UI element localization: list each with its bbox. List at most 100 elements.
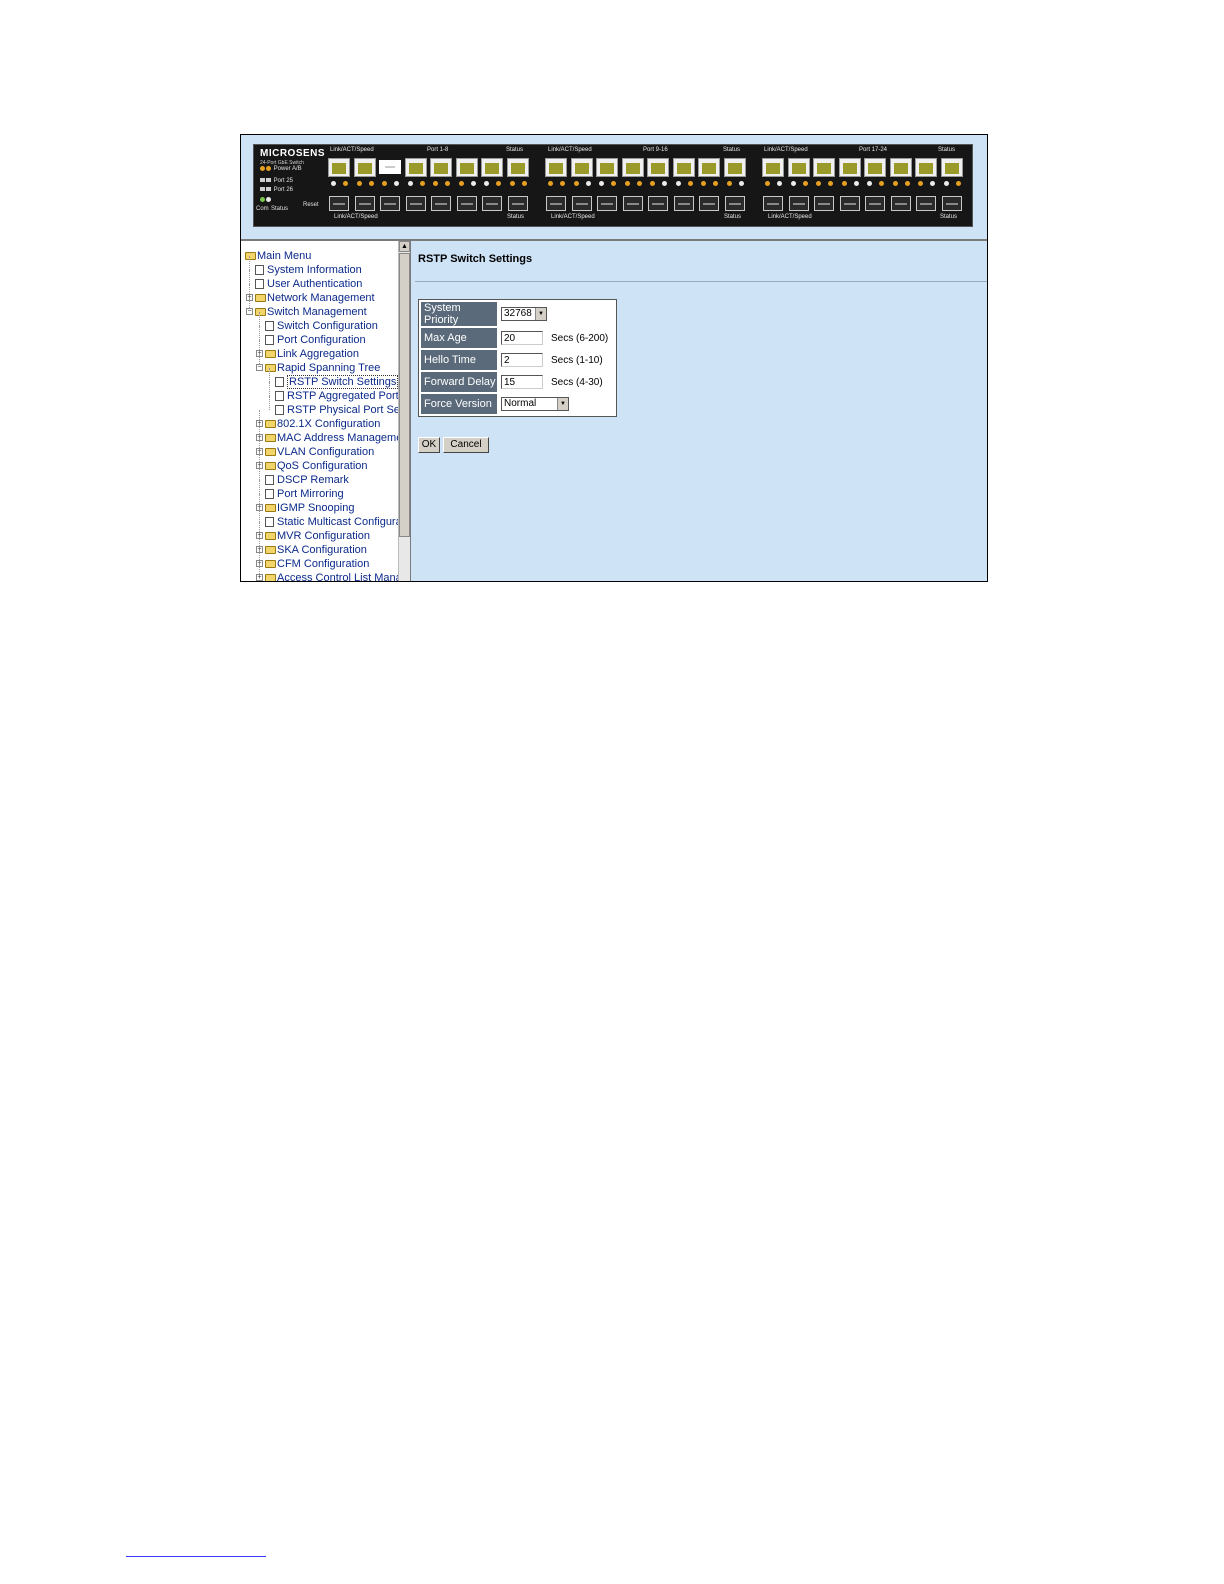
expand-icon[interactable]: + bbox=[256, 574, 263, 581]
sfp-port-icon[interactable] bbox=[380, 196, 400, 211]
sfp-port-icon[interactable] bbox=[699, 196, 719, 211]
system-priority-select[interactable]: 32768 ▼ bbox=[501, 307, 547, 321]
sfp-port-icon[interactable] bbox=[814, 196, 834, 211]
collapse-icon[interactable]: − bbox=[256, 364, 263, 371]
rj45-port-icon[interactable] bbox=[353, 158, 376, 177]
sfp-port-icon[interactable] bbox=[507, 196, 528, 211]
ok-button[interactable]: OK bbox=[418, 437, 440, 453]
sidebar-item-mvr-configuration[interactable]: + MVR Configuration bbox=[241, 522, 399, 543]
sidebar-item-dscp-remark[interactable]: DSCP Remark bbox=[241, 466, 399, 487]
sfp-port-icon[interactable] bbox=[673, 196, 694, 211]
sidebar-item-rstp-aggregated-port-s[interactable]: RSTP Aggregated Port S bbox=[241, 382, 409, 403]
scroll-up-arrow-icon[interactable]: ▲ bbox=[399, 241, 410, 252]
tree-connector bbox=[259, 480, 260, 494]
sfp-port-icon[interactable] bbox=[865, 196, 885, 211]
sidebar-item-rstp-physical-port-setti[interactable]: RSTP Physical Port Setti bbox=[241, 396, 408, 417]
sfp-port-icon[interactable] bbox=[329, 196, 349, 211]
scrollbar-thumb[interactable] bbox=[399, 253, 410, 537]
sidebar-item-ska-configuration[interactable]: + SKA Configuration bbox=[241, 536, 399, 557]
sfp-port-icon[interactable] bbox=[597, 196, 617, 211]
sidebar-item-mac-address-managemen[interactable]: + MAC Address Managemen bbox=[241, 424, 408, 445]
port-led-icon bbox=[573, 181, 579, 186]
sidebar-item-main-menu[interactable]: Main Menu bbox=[241, 249, 399, 263]
sidebar-item-rstp-switch-settings[interactable]: RSTP Switch Settings bbox=[241, 368, 399, 389]
hello-time-unit: Secs (1-10) bbox=[551, 354, 603, 366]
port-led-icon bbox=[382, 181, 387, 186]
rj45-port-icon[interactable] bbox=[762, 158, 784, 177]
sidebar-item-qos-configuration[interactable]: + QoS Configuration bbox=[241, 452, 399, 473]
rj45-port-icon[interactable] bbox=[647, 158, 669, 177]
chevron-down-icon[interactable]: ▼ bbox=[557, 398, 568, 410]
sfp-port-icon[interactable] bbox=[890, 196, 911, 211]
system-priority-label: System Priority bbox=[421, 302, 497, 326]
sfp-port-icon[interactable] bbox=[839, 196, 860, 211]
rj45-port-icon[interactable] bbox=[889, 158, 912, 177]
rj45-port-icon[interactable] bbox=[698, 158, 720, 177]
sfp-port-icon[interactable] bbox=[571, 196, 592, 211]
sfp-port-icon[interactable] bbox=[354, 196, 375, 211]
sidebar-item-switch-management[interactable]: − Switch Management bbox=[241, 298, 399, 319]
sfp-port-icon[interactable] bbox=[763, 196, 783, 211]
sidebar-item-user-authentication[interactable]: User Authentication bbox=[241, 270, 399, 291]
collapse-icon[interactable]: − bbox=[246, 308, 253, 315]
sidebar-item-vlan-configuration[interactable]: + VLAN Configuration bbox=[241, 438, 399, 459]
rj45-port-icon[interactable] bbox=[813, 158, 835, 177]
max-age-input[interactable]: 20 bbox=[501, 331, 543, 345]
sfp-port-icon[interactable] bbox=[724, 196, 745, 211]
sfp-port-icon[interactable] bbox=[622, 196, 643, 211]
rj45-port-icon[interactable] bbox=[506, 158, 529, 177]
tree-connector bbox=[269, 368, 270, 382]
sidebar-item-cfm-configuration[interactable]: + CFM Configuration bbox=[241, 550, 399, 571]
rj45-port-icon[interactable] bbox=[723, 158, 746, 177]
port-led-icon bbox=[636, 181, 642, 186]
rj45-port-icon[interactable] bbox=[838, 158, 861, 177]
rj45-port-icon[interactable] bbox=[915, 158, 937, 177]
sidebar-item-system-information[interactable]: System Information bbox=[241, 256, 399, 277]
forward-delay-input[interactable]: 15 bbox=[501, 375, 543, 389]
sidebar-scrollbar[interactable]: ▲ bbox=[398, 241, 410, 581]
rj45-port-icon[interactable] bbox=[545, 158, 567, 177]
sidebar-item-port-configuration[interactable]: Port Configuration bbox=[241, 326, 399, 347]
sidebar-item-port-mirroring[interactable]: Port Mirroring bbox=[241, 480, 399, 501]
rj45-port-icon[interactable] bbox=[481, 158, 503, 177]
rj45-port-icon[interactable] bbox=[940, 158, 963, 177]
sfp-port-icon[interactable] bbox=[546, 196, 566, 211]
sfp-port-icon[interactable] bbox=[431, 196, 451, 211]
reset-button[interactable]: Reset bbox=[303, 202, 319, 208]
sidebar-item-switch-configuration[interactable]: Switch Configuration bbox=[241, 312, 399, 333]
rj45-port-icon[interactable] bbox=[596, 158, 618, 177]
forward-delay-label: Forward Delay bbox=[421, 372, 497, 392]
hello-time-input[interactable]: 2 bbox=[501, 353, 543, 367]
sidebar-item-igmp-snooping[interactable]: + IGMP Snooping bbox=[241, 494, 399, 515]
rj45-port-icon[interactable] bbox=[379, 159, 401, 174]
sfp-port-icon[interactable] bbox=[456, 196, 477, 211]
sidebar-item-rapid-spanning-tree[interactable]: − Rapid Spanning Tree bbox=[241, 354, 399, 375]
sfp-port-icon[interactable] bbox=[916, 196, 936, 211]
sidebar-item-link-aggregation[interactable]: + Link Aggregation bbox=[241, 340, 399, 361]
sidebar-item-static-multicast-configuratio[interactable]: Static Multicast Configuratio bbox=[241, 508, 410, 529]
rj45-port-icon[interactable] bbox=[430, 158, 452, 177]
rj45-port-icon[interactable] bbox=[328, 158, 350, 177]
force-version-select[interactable]: Normal ▼ bbox=[501, 397, 569, 411]
rj45-port-icon[interactable] bbox=[404, 158, 427, 177]
chevron-down-icon[interactable]: ▼ bbox=[535, 308, 546, 320]
sfp-port-icon[interactable] bbox=[648, 196, 668, 211]
rj45-port-icon[interactable] bbox=[621, 158, 644, 177]
sfp-port-icon[interactable] bbox=[788, 196, 809, 211]
sfp-port-icon[interactable] bbox=[405, 196, 426, 211]
rj45-port-icon[interactable] bbox=[570, 158, 593, 177]
rj45-port-icon[interactable] bbox=[455, 158, 478, 177]
sidebar-item-802-1x-configuration[interactable]: +802.1X Configuration bbox=[241, 410, 399, 431]
sfp-port-icon[interactable] bbox=[941, 196, 962, 211]
rj45-port-icon[interactable] bbox=[787, 158, 810, 177]
max-age-unit: Secs (6-200) bbox=[551, 332, 609, 344]
sidebar-item-label: Rapid Spanning Tree bbox=[277, 362, 381, 374]
page-title: RSTP Switch Settings bbox=[418, 253, 533, 265]
cancel-button[interactable]: Cancel bbox=[443, 437, 489, 453]
rj45-port-icon[interactable] bbox=[864, 158, 886, 177]
sidebar-item-access-control-list-manage[interactable]: + Access Control List Manage bbox=[241, 564, 410, 581]
sfp-port-icon[interactable] bbox=[482, 196, 502, 211]
port-led-icon bbox=[867, 181, 872, 186]
rj45-port-icon[interactable] bbox=[672, 158, 695, 177]
sidebar-item-network-management[interactable]: + Network Management bbox=[241, 284, 399, 305]
